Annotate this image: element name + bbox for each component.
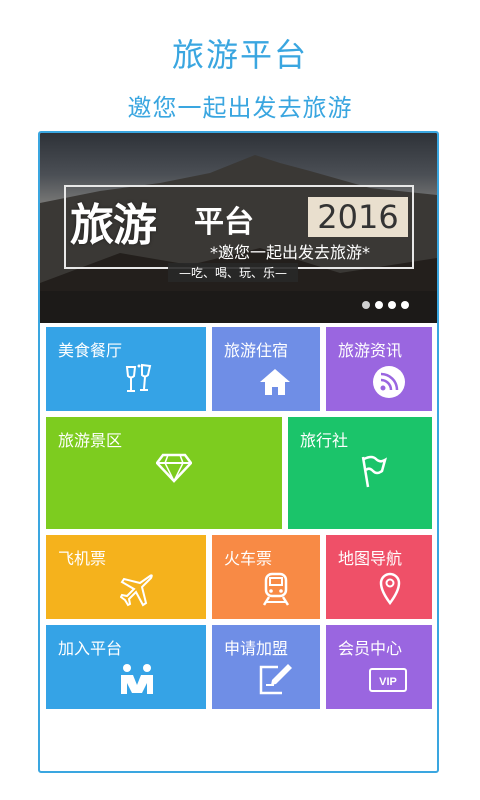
map-pin-icon [379,572,401,605]
tile-label: 旅行社 [300,431,349,450]
tile-label: 旅游资讯 [338,341,403,360]
flag-icon [361,455,388,488]
banner-slogan: *邀您一起出发去旅游* [210,243,371,262]
page-title: 旅游平台 [171,36,308,74]
vip-card-icon: VIP [369,668,407,692]
tile-lodging[interactable]: 旅游住宿 [212,327,320,411]
app-frame: 旅游 平台 2016 *邀您一起出发去旅游* —吃、喝、玩、乐— 美食餐厅 旅游… [38,131,439,773]
page-subtitle: 邀您一起出发去旅游 [127,94,353,122]
tile-label: 飞机票 [58,549,107,568]
tile-label: 申请加盟 [224,639,289,658]
join-people-icon [121,664,153,694]
airplane-icon [120,574,153,607]
svg-text:VIP: VIP [379,676,397,688]
tile-label: 会员中心 [338,639,403,658]
rss-icon [373,366,405,398]
tile-food-restaurant[interactable]: 美食餐厅 [46,327,206,411]
tile-label: 旅游景区 [58,431,123,450]
carousel-dot[interactable] [388,301,396,309]
tile-member-center[interactable]: 会员中心 VIP [326,625,432,709]
banner-year: 2016 [308,197,408,237]
tile-label: 美食餐厅 [58,341,123,360]
tile-label: 火车票 [224,549,273,568]
carousel-indicator [362,301,409,309]
tile-join-platform[interactable]: 加入平台 [46,625,206,709]
tile-label: 旅游住宿 [224,341,289,360]
carousel-dot[interactable] [362,301,370,309]
carousel-dot[interactable] [375,301,383,309]
tile-label: 加入平台 [58,639,123,658]
tile-travel-agency[interactable]: 旅行社 [288,417,432,529]
tile-map-navigation[interactable]: 地图导航 [326,535,432,619]
banner-headline-small: 平台 [194,205,254,240]
tile-travel-news[interactable]: 旅游资讯 [326,327,432,411]
tile-train-tickets[interactable]: 火车票 [212,535,320,619]
tile-flight-tickets[interactable]: 飞机票 [46,535,206,619]
edit-form-icon [259,664,292,695]
banner-headline: 旅游 [70,200,157,251]
banner-carousel[interactable]: 旅游 平台 2016 *邀您一起出发去旅游* —吃、喝、玩、乐— [40,133,437,323]
tile-label: 地图导航 [338,549,403,568]
diamond-icon [156,453,192,483]
tile-scenic-area[interactable]: 旅游景区 [46,417,282,529]
carousel-dot[interactable] [401,301,409,309]
banner-tagline: —吃、喝、玩、乐— [168,263,298,282]
wine-glasses-icon [125,363,152,392]
train-icon [262,572,290,606]
home-icon [260,369,290,395]
tile-apply-franchise[interactable]: 申请加盟 [212,625,320,709]
